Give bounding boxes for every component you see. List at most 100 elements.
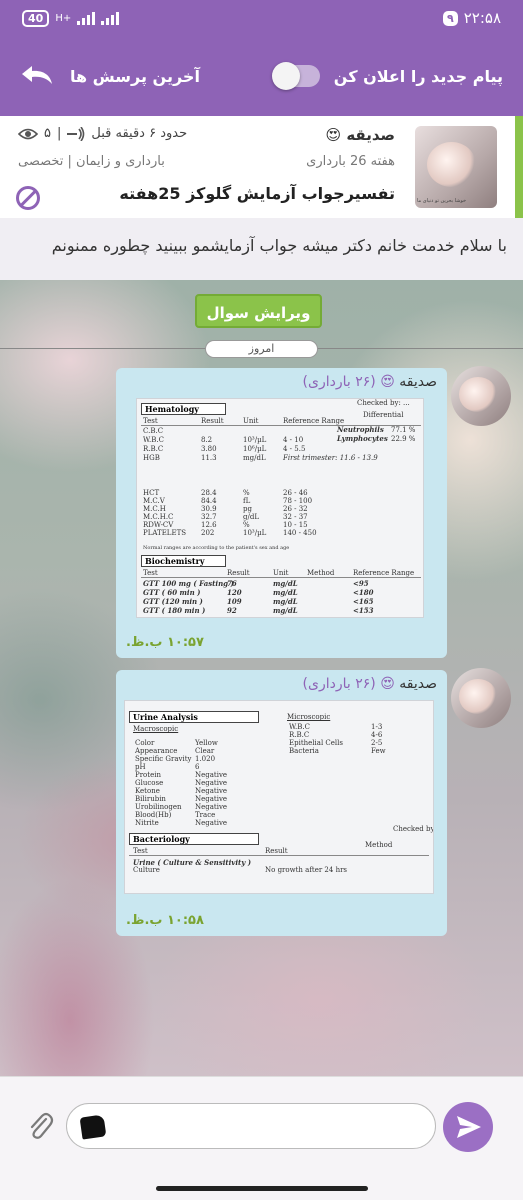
send-button[interactable] — [443, 1102, 493, 1152]
bio-row: GTT (120 min ) 109 mg/dL <165 — [143, 597, 373, 606]
message-bubble[interactable]: صدیقه 😍 (۲۶ بارداری) Urine Analysis Macr… — [116, 670, 447, 936]
hema-range: 140 - 450 — [283, 529, 317, 537]
urine-test: Blood(Hb) — [135, 811, 172, 819]
urine-test: Specific Gravity — [135, 755, 192, 763]
question-category: بارداری و زایمان | تخصصی — [18, 154, 165, 169]
author-avatar[interactable]: خوشا بحرین تو دنیای ما — [415, 126, 497, 208]
message-avatar[interactable] — [451, 668, 511, 728]
urine-row: Glucose Negative — [135, 779, 227, 787]
hema-test: C.B.C — [143, 427, 164, 435]
macroscopic-label: Macroscopic — [133, 725, 179, 733]
hema-test: PLATELETS — [143, 529, 187, 537]
author-name-row[interactable]: صدیقه 😍 — [325, 126, 395, 144]
message-bubble[interactable]: صدیقه 😍 (۲۶ بارداری) Hematology Checked … — [116, 368, 447, 658]
bio-result: 109 — [227, 597, 242, 606]
bio-col-test: Test — [143, 569, 158, 577]
report-icon[interactable] — [16, 186, 40, 210]
urine-test: Nitrite — [135, 819, 159, 827]
status-bar: 40 H+ ۹ ۲۲:۵۸ — [0, 0, 523, 36]
message-author-meta: (۲۶ بارداری) — [302, 374, 376, 390]
urine-row: Appearance Clear — [135, 747, 214, 755]
hema-range: 10 - 15 — [283, 521, 308, 529]
hema-row: HCT 28.4% 26 - 46 — [143, 489, 308, 497]
pregnancy-week: هفته 26 بارداری — [306, 154, 395, 169]
hema-range: 4 - 5.5 — [283, 445, 306, 453]
hema-row: W.B.C 8.2 10³/µL 4 - 10 — [143, 436, 303, 444]
send-icon — [457, 1116, 481, 1138]
urine-test: pH — [135, 763, 146, 771]
hema-range: 26 - 32 — [283, 505, 308, 513]
hema-unit: % — [243, 489, 250, 497]
message-avatar[interactable] — [451, 366, 511, 426]
question-title: تفسیرجواب آزمایش گلوکز 25هفته — [119, 184, 395, 203]
hema-row: R.B.C 3.80 10⁶/µL 4 - 5.5 — [143, 445, 305, 453]
hema-test: M.C.V — [143, 497, 165, 505]
message-time: ۱۰:۵۸ ب.ظ. — [126, 913, 204, 928]
attach-icon[interactable] — [26, 1111, 54, 1141]
urine-row: Ketone Negative — [135, 787, 227, 795]
bacteriology-heading: Bacteriology — [129, 833, 259, 845]
urine-test: Appearance — [135, 747, 178, 755]
bio-row: GTT ( 60 min ) 120 mg/dL <180 — [143, 588, 373, 597]
urine-test: Color — [135, 739, 155, 747]
message-author-meta: (۲۶ بارداری) — [302, 676, 376, 692]
message-author: صدیقه 😍 (۲۶ بارداری) — [303, 676, 437, 692]
hema-unit: g/dL — [243, 513, 259, 521]
microscopic-label: Microscopic — [287, 713, 331, 721]
edit-question-button[interactable]: ویرایش سوال — [195, 294, 322, 328]
hema-row: M.C.H.C 32.7 g/dL 32 - 37 — [143, 513, 308, 521]
message-input[interactable] — [107, 1114, 417, 1138]
clock: ۲۲:۵۸ — [463, 9, 501, 27]
bio-range: <165 — [353, 597, 374, 606]
bio-result: 120 — [227, 588, 242, 597]
hema-result: 28.4 — [201, 489, 217, 497]
last-questions-label: آخرین پرسش ها — [70, 66, 200, 86]
hema-result: 8.2 — [201, 436, 213, 444]
micro-test: Epithelial Cells — [289, 739, 343, 747]
checked-by: Checked by — [393, 825, 434, 833]
nav-bar — [0, 1176, 523, 1200]
lab-report-image[interactable]: Hematology Checked by: ... Test Result U… — [136, 398, 424, 618]
hema-range: First trimester: 11.6 - 13.9 — [283, 454, 378, 462]
emoji-icon[interactable] — [79, 1114, 107, 1140]
message-field[interactable] — [66, 1103, 436, 1149]
bact-test: Culture — [133, 866, 160, 874]
bio-col-result: Result — [227, 569, 250, 577]
lab-report-image[interactable]: Urine Analysis Macroscopic Microscopic C… — [124, 700, 434, 894]
bio-unit: mg/dL — [273, 579, 298, 588]
chat-area[interactable]: ویرایش سوال امروز صدیقه 😍 (۲۶ بارداری) H… — [0, 280, 523, 1076]
urine-value: Negative — [195, 787, 228, 795]
hema-result: 12.6 — [201, 521, 217, 529]
hema-row: PLATELETS 202 10³/µL 140 - 450 — [143, 529, 317, 537]
bio-col-method: Method — [307, 569, 335, 577]
urine-row: Protein Negative — [135, 771, 227, 779]
bio-test: GTT 100 mg ( Fasting ) — [143, 579, 234, 588]
announce-toggle[interactable] — [271, 62, 320, 90]
bio-result: 76 — [227, 579, 237, 588]
urine-value: Negative — [195, 803, 228, 811]
question-meta: حدود ۶ دقیقه قبل | ۵ — [18, 126, 187, 141]
urine-value: Yellow — [195, 739, 218, 747]
hema-test: R.B.C — [143, 445, 164, 453]
hema-test: W.B.C — [143, 436, 164, 444]
urine-heading: Urine Analysis — [129, 711, 259, 723]
urine-row: Specific Gravity 1.020 — [135, 755, 215, 763]
urine-row: pH 6 — [135, 763, 199, 771]
hema-result: 11.3 — [201, 454, 217, 462]
hema-unit: pg — [243, 505, 252, 513]
back-arrow-icon — [22, 66, 52, 84]
announce-label: پیام جدید را اعلان کن — [333, 66, 503, 86]
bact-result: No growth after 24 hrs — [265, 866, 348, 874]
hema-test: RDW-CV — [143, 521, 174, 529]
home-handle[interactable] — [156, 1186, 368, 1191]
urine-test: Urobilinogen — [135, 803, 182, 811]
bio-row: GTT 100 mg ( Fasting )76 mg/dL <95 — [143, 579, 369, 588]
urine-row: Blood(Hb) Trace — [135, 811, 215, 819]
last-questions-button[interactable]: آخرین پرسش ها — [20, 64, 200, 88]
status-right: ۹ ۲۲:۵۸ — [443, 9, 501, 27]
urine-value: Negative — [195, 779, 228, 787]
hema-unit: 10³/µL — [243, 436, 267, 444]
hema-range: 78 - 100 — [283, 497, 313, 505]
micro-row: W.B.C 1-3 — [289, 723, 382, 731]
urine-value: Trace — [195, 811, 216, 819]
